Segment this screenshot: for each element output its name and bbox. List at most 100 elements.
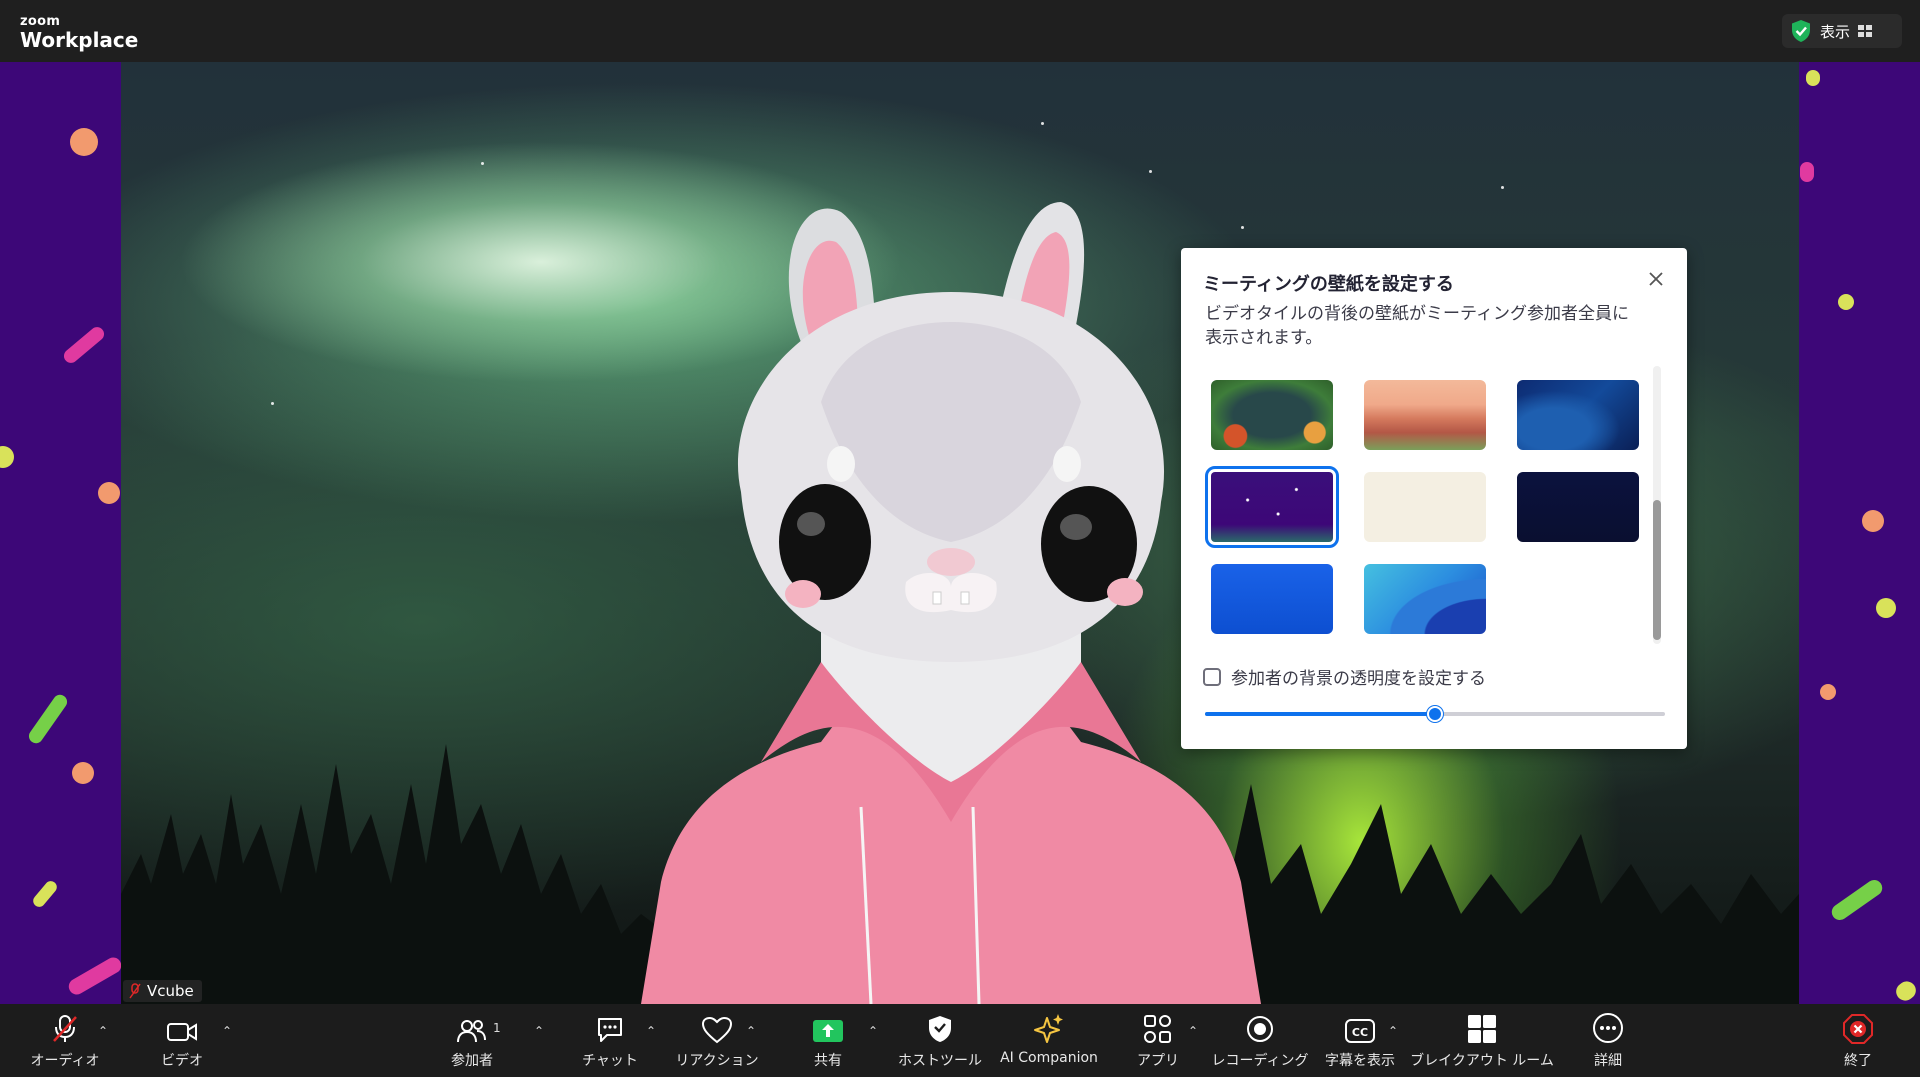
video-options-caret[interactable]: ⌃: [222, 1024, 232, 1038]
audio-label: オーディオ: [30, 1053, 100, 1069]
close-icon[interactable]: [1647, 270, 1665, 288]
participants-count: 1: [493, 1021, 501, 1035]
confetti-dot: [1862, 510, 1884, 532]
wallpaper-navy[interactable]: [1517, 472, 1639, 542]
confetti-dot: [1838, 294, 1854, 310]
participants-label: 参加者: [451, 1053, 493, 1069]
closed-captions-icon: CC: [1345, 1019, 1375, 1043]
confetti-stroke: [1892, 977, 1920, 1004]
audio-options-caret[interactable]: ⌃: [98, 1024, 108, 1038]
brand-small: zoom: [20, 14, 61, 29]
confetti-dot: [70, 128, 98, 156]
share-label: 共有: [814, 1053, 842, 1069]
video-camera-icon: [167, 1023, 197, 1041]
audio-button[interactable]: オーディオ: [30, 1004, 100, 1077]
apps-label: アプリ: [1137, 1053, 1179, 1069]
ai-companion-button[interactable]: AI Companion: [996, 1004, 1102, 1077]
confetti-stroke: [1800, 162, 1814, 182]
dialog-title: ミーティングの壁紙を設定する: [1203, 274, 1454, 295]
apps-options-caret[interactable]: ⌃: [1188, 1024, 1198, 1038]
end-meeting-label: 終了: [1844, 1053, 1872, 1069]
host-tools-label: ホストツール: [898, 1053, 982, 1069]
wallpaper-blue-waves[interactable]: [1364, 564, 1486, 634]
confetti-stroke: [30, 878, 60, 910]
top-bar: zoom Workplace 表示: [0, 0, 1920, 62]
shield-icon: [929, 1016, 951, 1042]
mic-muted-icon: [53, 1015, 77, 1042]
confetti-stroke: [65, 954, 125, 998]
breakout-rooms-button[interactable]: ブレイクアウト ルーム: [1410, 1004, 1554, 1077]
heart-icon: [701, 1016, 733, 1044]
chat-label: チャット: [582, 1053, 638, 1069]
end-meeting-button[interactable]: 終了: [1828, 1004, 1888, 1077]
video-label: ビデオ: [161, 1053, 203, 1069]
svg-text:CC: CC: [1352, 1026, 1368, 1039]
recording-button[interactable]: レコーディング: [1211, 1004, 1309, 1077]
participant-name-tag: Vcube: [123, 980, 202, 1002]
reactions-button[interactable]: リアクション: [675, 1004, 759, 1077]
chat-button[interactable]: チャット: [578, 1004, 642, 1077]
chat-icon: [598, 1018, 622, 1042]
confetti-dot: [1876, 598, 1896, 618]
share-screen-icon: [813, 1020, 843, 1042]
chat-options-caret[interactable]: ⌃: [646, 1024, 656, 1038]
reactions-label: リアクション: [675, 1053, 759, 1069]
sparkle-icon: [1034, 1014, 1063, 1043]
wallpaper-purple-night[interactable]: [1205, 466, 1339, 548]
slider-fill: [1205, 712, 1435, 716]
confetti-stroke: [26, 692, 70, 746]
grid-view-icon: [1858, 25, 1873, 37]
participants-icon: [457, 1020, 486, 1043]
more-icon: [1593, 1013, 1623, 1043]
host-tools-button[interactable]: ホストツール: [898, 1004, 982, 1077]
participants-options-caret[interactable]: ⌃: [534, 1024, 544, 1038]
participant-name: Vcube: [147, 982, 194, 1000]
wallpaper-desert[interactable]: [1364, 380, 1486, 450]
wallpaper-blue-mesh[interactable]: [1211, 564, 1333, 634]
scrollbar-thumb[interactable]: [1653, 500, 1661, 640]
transparency-option[interactable]: 参加者の背景の透明度を設定する: [1203, 664, 1486, 689]
ai-companion-label: AI Companion: [1000, 1050, 1098, 1066]
record-icon: [1247, 1016, 1273, 1042]
meeting-wallpaper-dialog: ミーティングの壁紙を設定する ビデオタイルの背後の壁紙がミーティング参加者全員に…: [1181, 248, 1687, 749]
end-meeting-icon: [1843, 1014, 1873, 1044]
captions-options-caret[interactable]: ⌃: [1388, 1024, 1398, 1038]
recording-label: レコーディング: [1211, 1053, 1309, 1069]
meeting-toolbar: オーディオ ⌃ ビデオ ⌃ 参加者 1 ⌃ チャット ⌃ リアクション ⌃ 共有…: [0, 1004, 1920, 1077]
transparency-slider[interactable]: [1205, 706, 1665, 722]
wallpaper-cream[interactable]: [1364, 472, 1486, 542]
participants-button[interactable]: 参加者: [440, 1004, 504, 1077]
apps-icon: [1144, 1015, 1171, 1043]
confetti-stroke: [1806, 70, 1820, 86]
mic-muted-icon: [129, 983, 141, 999]
confetti-stroke: [1828, 876, 1886, 924]
meeting-stage: Vcube ミーティングの壁紙を設定する ビデオタイルの背後の壁紙がミーティング…: [0, 62, 1920, 1004]
breakout-rooms-label: ブレイクアウト ルーム: [1410, 1053, 1554, 1069]
apps-button[interactable]: アプリ: [1126, 1004, 1190, 1077]
view-button[interactable]: 表示: [1782, 14, 1902, 48]
share-options-caret[interactable]: ⌃: [868, 1024, 878, 1038]
transparency-checkbox[interactable]: [1203, 667, 1221, 686]
wallpaper-ocean[interactable]: [1517, 380, 1639, 450]
more-button[interactable]: 詳細: [1576, 1004, 1640, 1077]
confetti-dot: [98, 482, 120, 504]
reactions-options-caret[interactable]: ⌃: [746, 1024, 756, 1038]
slider-knob[interactable]: [1427, 706, 1443, 722]
wallpaper-scrollbar[interactable]: [1653, 366, 1661, 644]
transparency-checkbox-label: 参加者の背景の透明度を設定する: [1231, 669, 1486, 689]
share-button[interactable]: 共有: [796, 1004, 860, 1077]
shield-check-icon: [1792, 20, 1810, 42]
dialog-description: ビデオタイルの背後の壁紙がミーティング参加者全員に表示されます。: [1205, 304, 1629, 348]
captions-label: 字幕を表示: [1325, 1053, 1395, 1069]
more-label: 詳細: [1594, 1053, 1622, 1069]
wallpaper-jungle[interactable]: [1211, 380, 1333, 450]
video-button[interactable]: ビデオ: [150, 1004, 214, 1077]
view-label: 表示: [1820, 22, 1851, 41]
zoom-logo: zoom Workplace: [20, 15, 138, 50]
confetti-dot: [72, 762, 94, 784]
confetti-dot: [0, 446, 14, 468]
confetti-stroke: [61, 324, 107, 366]
captions-button[interactable]: CC 字幕を表示: [1318, 1004, 1402, 1077]
breakout-rooms-icon: [1468, 1015, 1496, 1043]
brand-name: Workplace: [20, 28, 139, 52]
